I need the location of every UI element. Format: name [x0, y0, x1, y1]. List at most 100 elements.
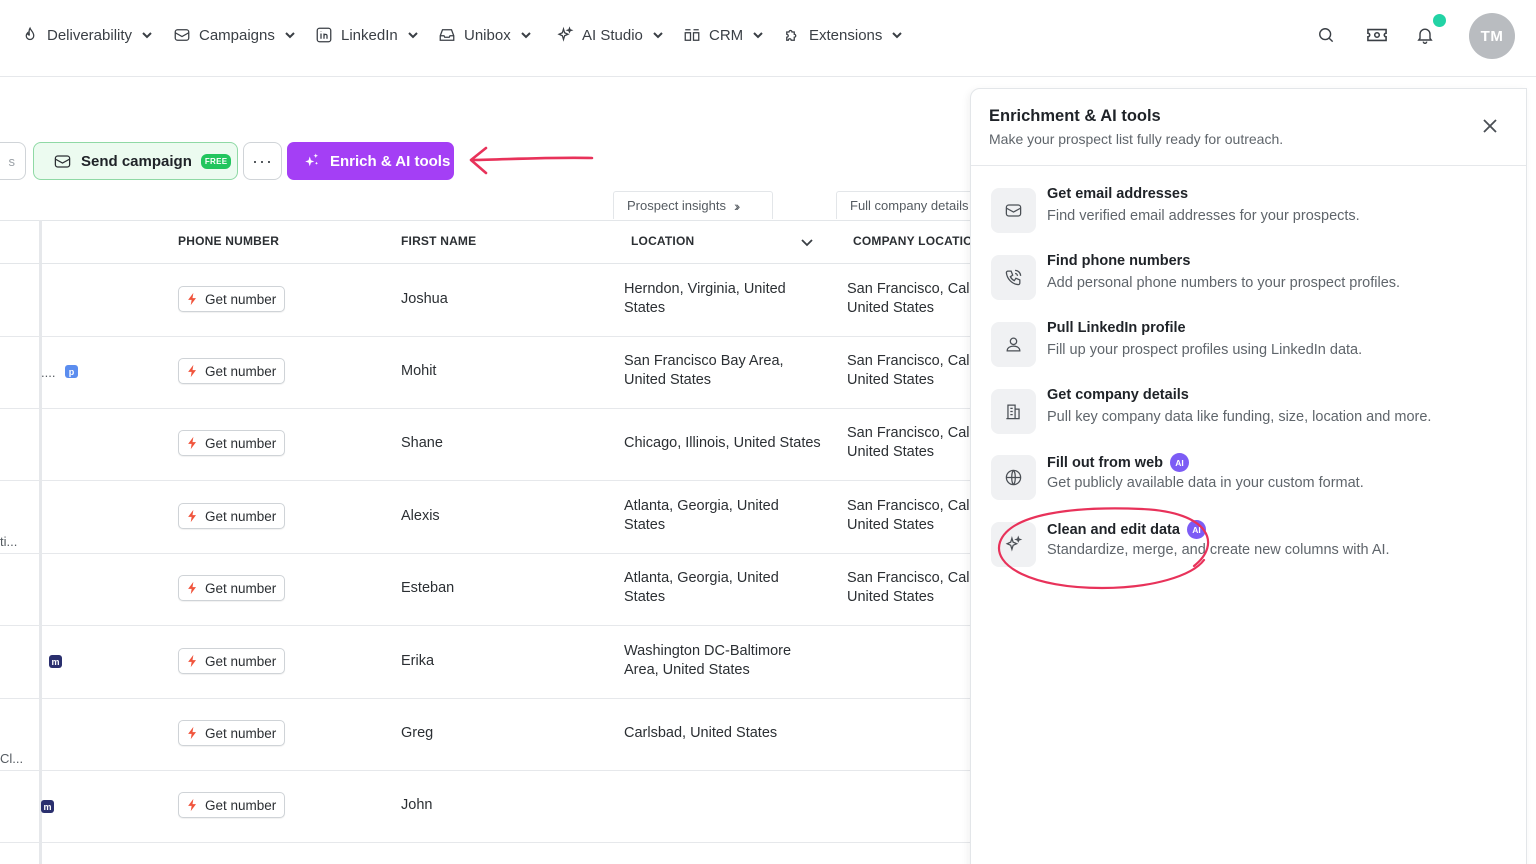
nav-label: LinkedIn [341, 26, 398, 44]
nav-ai-studio[interactable]: AI Studio [556, 24, 664, 46]
get-number-button[interactable]: Get number [178, 286, 285, 312]
get-number-button[interactable]: Get number [178, 575, 285, 601]
get-number-label: Get number [205, 797, 277, 813]
notifications-button[interactable] [1412, 22, 1438, 48]
annotation-arrow [469, 146, 594, 175]
location-cell[interactable]: Atlanta, Georgia, United States [624, 497, 779, 535]
enrich-ai-tools-label: Enrich & AI tools [330, 152, 451, 170]
group-company-details[interactable]: Full company details [836, 191, 976, 219]
get-number-button[interactable]: Get number [178, 358, 285, 384]
get-number-button[interactable]: Get number [178, 792, 285, 818]
first-name-cell[interactable]: Mohit [401, 362, 436, 381]
company-location-cell[interactable]: San Francisco, California, United States [847, 497, 970, 535]
tool-description: Find verified email addresses for your p… [1047, 208, 1360, 224]
tool-get-company-details[interactable]: Get company details Pull key company data… [991, 387, 1511, 435]
tool-description: Standardize, merge, and create new colum… [1047, 542, 1390, 558]
location-cell[interactable]: Herndon, Virginia, United States [624, 280, 786, 318]
tool-find-phone-numbers[interactable]: Find phone numbers Add personal phone num… [991, 253, 1511, 301]
location-cell[interactable]: Atlanta, Georgia, United States [624, 569, 779, 607]
header-company-location[interactable]: COMPANY LOCATION [853, 234, 970, 248]
source-badge[interactable]: p [65, 365, 78, 378]
prospect-table [0, 220, 970, 864]
chevron-down-icon [653, 32, 663, 39]
source-badge[interactable]: m [41, 800, 54, 813]
get-number-button[interactable]: Get number [178, 430, 285, 456]
nav-extensions[interactable]: Extensions [783, 24, 903, 46]
more-options-button[interactable]: ··· [243, 142, 282, 180]
location-cell[interactable]: Chicago, Illinois, United States [624, 434, 821, 453]
close-icon[interactable] [1481, 117, 1499, 135]
header-divider [0, 263, 970, 264]
first-name-cell[interactable]: John [401, 796, 432, 815]
company-location-cell[interactable]: San Francisco, California, United States [847, 352, 970, 390]
tool-title-text: Pull LinkedIn profile [1047, 320, 1186, 336]
chevron-down-icon [753, 32, 763, 39]
toolbar-partial-button[interactable]: s [0, 142, 26, 180]
row-divider [0, 480, 970, 481]
get-number-button[interactable]: Get number [178, 503, 285, 529]
first-name-cell[interactable]: Joshua [401, 290, 448, 309]
tool-title: Find phone numbers [1047, 253, 1190, 269]
tool-title-text: Clean and edit data [1047, 521, 1180, 538]
row-divider [0, 842, 970, 843]
nav-linkedin[interactable]: LinkedIn [315, 24, 419, 46]
header-phone-number[interactable]: PHONE NUMBER [178, 234, 279, 248]
tool-description: Add personal phone numbers to your prosp… [1047, 275, 1401, 291]
company-location-line: San Francisco, California, [847, 353, 970, 369]
phone-icon [1005, 269, 1022, 286]
location-cell[interactable]: Carlsbad, United States [624, 724, 777, 743]
ticket-button[interactable] [1362, 22, 1392, 48]
nav-deliverability[interactable]: Deliverability [21, 24, 153, 46]
bolt-icon [188, 798, 196, 812]
header-location[interactable]: LOCATION [631, 234, 694, 248]
bell-icon [1417, 28, 1433, 44]
header-first-name[interactable]: FIRST NAME [401, 234, 476, 248]
source-badge[interactable]: m [49, 655, 62, 668]
enrich-ai-tools-button[interactable]: Enrich & AI tools [287, 142, 454, 180]
first-name-cell[interactable]: Erika [401, 652, 434, 671]
inbox-icon [439, 29, 455, 41]
first-name-cell[interactable]: Greg [401, 724, 433, 743]
tool-title: Clean and edit data AI [1047, 520, 1206, 539]
tool-get-email-addresses[interactable]: Get email addresses Find verified email a… [991, 186, 1511, 234]
nav-unibox[interactable]: Unibox [438, 24, 532, 46]
location-line: San Francisco Bay Area, [624, 353, 784, 369]
panel-subtitle: Make your prospect list fully ready for … [989, 131, 1284, 147]
tool-title: Get email addresses [1047, 186, 1188, 202]
first-name-cell[interactable]: Shane [401, 434, 443, 453]
first-name-cell[interactable]: Esteban [401, 579, 454, 598]
avatar[interactable]: TM [1469, 13, 1515, 59]
location-cell[interactable]: San Francisco Bay Area, United States [624, 352, 784, 390]
tool-icon-box [991, 522, 1036, 567]
search-icon [1319, 28, 1334, 43]
first-name-cell[interactable]: Alexis [401, 507, 440, 526]
search-button[interactable] [1313, 22, 1339, 48]
company-location-cell[interactable]: San Francisco, California, United States [847, 280, 970, 318]
mail-icon [174, 29, 190, 41]
company-location-line: San Francisco, California, [847, 281, 970, 297]
get-number-label: Get number [205, 580, 277, 596]
nav-crm[interactable]: CRM [683, 24, 764, 46]
get-number-button[interactable]: Get number [178, 720, 285, 746]
bolt-icon [188, 509, 196, 523]
globe-icon [1005, 469, 1022, 486]
group-prospect-insights[interactable]: Prospect insights ›› [613, 191, 773, 219]
location-line: United States [624, 372, 712, 388]
chevron-down-icon[interactable] [800, 236, 814, 248]
tool-clean-and-edit-data[interactable]: Clean and edit data AI Standardize, merge,… [991, 520, 1511, 568]
location-line: Washington DC-Baltimore [624, 643, 792, 659]
get-number-button[interactable]: Get number [178, 648, 285, 674]
ticket-icon [1367, 28, 1387, 42]
company-location-cell[interactable]: San Francisco, California, United States [847, 569, 970, 607]
tool-pull-linkedin-profile[interactable]: Pull LinkedIn profile Fill up your prospe… [991, 320, 1511, 368]
nav-campaigns[interactable]: Campaigns [173, 24, 296, 46]
send-campaign-button[interactable]: Send campaign FREE [33, 142, 238, 180]
mail-icon [1005, 204, 1022, 217]
group-label: Prospect insights [627, 198, 726, 213]
location-line: States [624, 589, 666, 605]
tool-fill-out-from-web[interactable]: Fill out from web AI Get publicly availabl… [991, 453, 1511, 501]
location-cell[interactable]: Washington DC-Baltimore Area, United Stat… [624, 642, 791, 680]
row-divider [0, 625, 970, 626]
company-location-cell[interactable]: San Francisco, California, United States [847, 424, 970, 462]
tool-icon-box [991, 455, 1036, 500]
